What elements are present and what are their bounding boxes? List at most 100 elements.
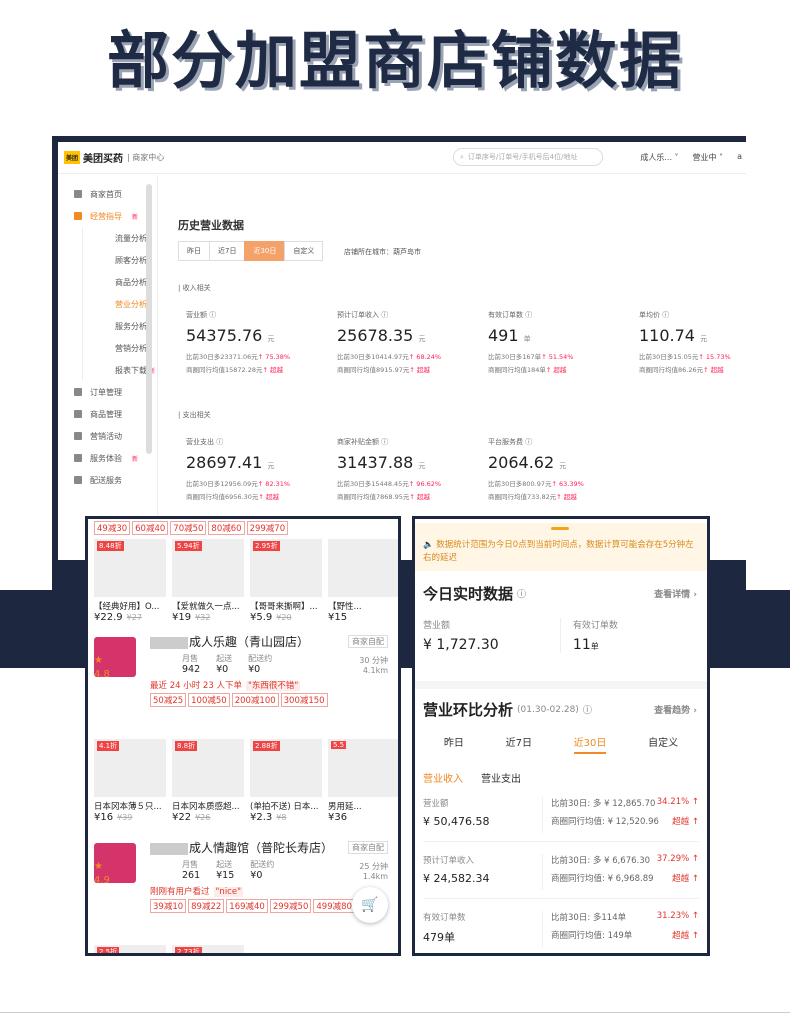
metric-card: 营业额 ⓘ 54375.76 元比前30日多23371.06元↑ 75.38% 商圈… [186, 311, 291, 374]
comparison-date: (01.30-02.28) [517, 704, 579, 715]
metric-card: 预计订单收入 ⓘ 25678.35 元比前30日多10414.97元↑ 68.24… [337, 311, 442, 374]
sidebar-scrollbar[interactable] [146, 184, 152, 454]
tab-30d[interactable]: 近30日 [573, 734, 607, 754]
speaker-icon: 🔈 [423, 540, 434, 550]
view-trend-link[interactable]: 查看趋势 › [654, 703, 697, 716]
tab-custom[interactable]: 自定义 [648, 734, 678, 754]
promo-chips: 49减30 60减40 70减50 80减60 299减70 [88, 519, 398, 537]
store-rating: 4.8 [94, 669, 110, 680]
sidebar-item[interactable]: 经营指导新 [58, 205, 157, 227]
discount-chip: 89减22 [188, 899, 225, 913]
revenue-value: ¥ 1,727.30 [423, 637, 499, 653]
account-menu[interactable]: a [737, 152, 742, 163]
discount-chip: 499减80 [313, 899, 355, 913]
tab-yesterday[interactable]: 昨日 [444, 734, 464, 754]
store-rating: 4.9 [94, 875, 110, 886]
product-card[interactable]: 8.48折 【经典好用】O... ¥22.9 ¥27 [94, 539, 166, 623]
brand-logo[interactable]: 美团买药 [83, 150, 123, 165]
product-image: 2.95折 [250, 539, 322, 597]
discount-chip: 299减50 [269, 899, 312, 913]
metric-card: 有效订单数 ⓘ 491 单比前30日多167单↑ 51.54% 商圈同行均值184单… [488, 311, 574, 374]
store-promo-text: 刚刚有用户看过 "nice" [150, 887, 243, 897]
menu-icon [74, 212, 82, 220]
sidebar-item[interactable]: 服务体验新 [58, 447, 157, 469]
product-card[interactable]: 2.88折 (单拍不送) 日本... ¥2.3 ¥8 [250, 739, 322, 823]
discount-chip: 50减25 [150, 693, 187, 707]
sidebar-item[interactable]: 商家首页 [58, 183, 157, 205]
product-card[interactable]: 2.95折 【哥哥来撕啊】... ¥5.9 ¥20 [250, 539, 322, 623]
notice-banner: 🔈 数据统计范围为今日0点到当前时间点，数据计算可能会存在5分钟左右的延迟 [415, 523, 707, 571]
product-image: 2.88折 [250, 739, 322, 797]
expense-group-label: | 支出相关 [178, 411, 211, 419]
discount-chip: 49减30 [94, 521, 131, 535]
view-details-link[interactable]: 查看详情 › [654, 587, 697, 600]
help-icon[interactable]: ⓘ [583, 703, 592, 716]
comparison-row: 营业额 ¥ 50,476.58 比前30日: 多 ¥ 12,865.70 34.21%… [423, 789, 699, 842]
product-image[interactable]: 2.5折 [94, 945, 166, 953]
desktop-dashboard: 美团 美团买药 | 商家中心 ⌕ 订单序号/订单号/手机号后4位/地址 成人乐.… [58, 142, 746, 560]
comparison-card: 营业环比分析 (01.30-02.28) ⓘ 查看趋势 › 昨日 近7日 近30日 … [415, 689, 707, 953]
comparison-title: 营业环比分析 [423, 701, 514, 719]
range-30d[interactable]: 近30日 [244, 241, 286, 261]
tab-expense[interactable]: 营业支出 [481, 770, 521, 785]
help-icon[interactable]: ⓘ [517, 587, 526, 600]
discount-chip: 60减40 [132, 521, 169, 535]
divider [0, 1012, 790, 1013]
section-title: 历史营业数据 [178, 219, 244, 232]
realtime-card: 今日实时数据 ⓘ 查看详情 › 营业额 ¥ 1,727.30 有效订单数 11单 [423, 585, 697, 653]
range-yesterday[interactable]: 昨日 [178, 241, 210, 261]
product-image: 4.1折 [94, 739, 166, 797]
store-selector[interactable]: 成人乐... ˅ [640, 152, 678, 163]
store-discounts: 50减25 100减50 200减100 300减150 [94, 691, 392, 709]
top-bar: 美团 美团买药 | 商家中心 ⌕ 订单序号/订单号/手机号后4位/地址 成人乐.… [58, 142, 746, 174]
search-input[interactable]: ⌕ 订单序号/订单号/手机号后4位/地址 [453, 148, 603, 166]
search-icon: ⌕ [460, 152, 464, 161]
discount-chip: 80减60 [208, 521, 245, 535]
discount-chip: 300减150 [280, 693, 328, 707]
metric-card: 单均价 ⓘ 110.74 元比前30日多15.05元↑ 15.73% 商圈同行均值8… [639, 311, 731, 374]
sidebar-item[interactable]: 配送服务 [58, 469, 157, 491]
store-card[interactable]: 成人乐趣（青山园店） 商家自配 月售 942 起送 ¥0 配送约 ¥0 ★ 4.8 3… [88, 625, 398, 737]
drag-handle[interactable] [551, 527, 569, 530]
headline: 部分加盟商店铺数据 [106, 24, 683, 97]
product-row: 2.5折 2.73折 [88, 943, 398, 953]
shop-listing-panel: 49减30 60减40 70减50 80减60 299减70 8.48折 【经典好用】O.… [85, 516, 401, 956]
brand-logo-icon: 美团 [64, 151, 81, 164]
sidebar-item[interactable]: 商品管理 [58, 403, 157, 425]
star-icon: ★ [94, 655, 103, 666]
date-range-tabs: 昨日 近7日 近30日 自定义 [178, 241, 324, 261]
tab-income[interactable]: 营业收入 [423, 770, 463, 785]
product-card[interactable]: 8.8折 日本冈本质感超... ¥22 ¥26 [172, 739, 244, 823]
product-row: 8.48折 【经典好用】O... ¥22.9 ¥27 5.94折 【爱就做久一点... ¥1… [88, 537, 398, 625]
product-image: 5.5 [328, 739, 398, 797]
discount-chip: 70减50 [170, 521, 207, 535]
blurred-text [150, 842, 188, 855]
range-7d[interactable]: 近7日 [209, 241, 246, 261]
comparison-row: 有效订单数 479单 比前30日: 多114单 31.23% ↑ 商圈同行均值: 149… [423, 903, 699, 953]
orders-value: 11 [572, 637, 591, 653]
store-distance: 25 分钟 1.4km [359, 862, 388, 881]
tab-7d[interactable]: 近7日 [506, 734, 532, 754]
product-card[interactable]: 5.5 男用延... ¥36 [328, 739, 398, 823]
mobile-analytics-panel: 🔈 数据统计范围为今日0点到当前时间点，数据计算可能会存在5分钟左右的延迟 今日… [412, 516, 710, 956]
product-card[interactable]: 5.94折 【爱就做久一点... ¥19 ¥32 [172, 539, 244, 623]
cart-icon[interactable]: 🛒 [352, 887, 388, 923]
orders-label: 有效订单数 [572, 621, 618, 631]
store-card[interactable]: 成人情趣馆（普陀长寿店） 商家自配 月售 261 起送 ¥15 配送约 ¥0 ★ 4.… [88, 831, 398, 943]
metric-card: 平台服务费 ⓘ 2064.62 元比前30日多800.97元↑ 63.39% 商圈同… [488, 438, 584, 501]
product-image[interactable]: 2.73折 [172, 945, 244, 953]
store-stats: 月售 942 起送 ¥0 配送约 ¥0 [182, 654, 273, 675]
blurred-text [150, 636, 188, 649]
menu-icon [74, 410, 82, 418]
search-placeholder: 订单序号/订单号/手机号后4位/地址 [467, 153, 578, 161]
range-custom[interactable]: 自定义 [284, 241, 324, 261]
menu-icon [74, 432, 82, 440]
sidebar: 商家首页 经营指导新流量分析 顾客分析 商品分析 营业分析 服务分析 营销分析 报表下载新订单… [58, 175, 158, 560]
status-selector[interactable]: 营业中 ˅ [693, 152, 724, 163]
sidebar-item[interactable]: 订单管理 [58, 381, 157, 403]
product-card[interactable]: 【野性... ¥15 [328, 539, 398, 623]
product-card[interactable]: 4.1折 日本冈本薄５只... ¥16 ¥39 [94, 739, 166, 823]
product-image [328, 539, 398, 597]
sidebar-item[interactable]: 营销活动 [58, 425, 157, 447]
discount-chip: 200减100 [231, 693, 279, 707]
